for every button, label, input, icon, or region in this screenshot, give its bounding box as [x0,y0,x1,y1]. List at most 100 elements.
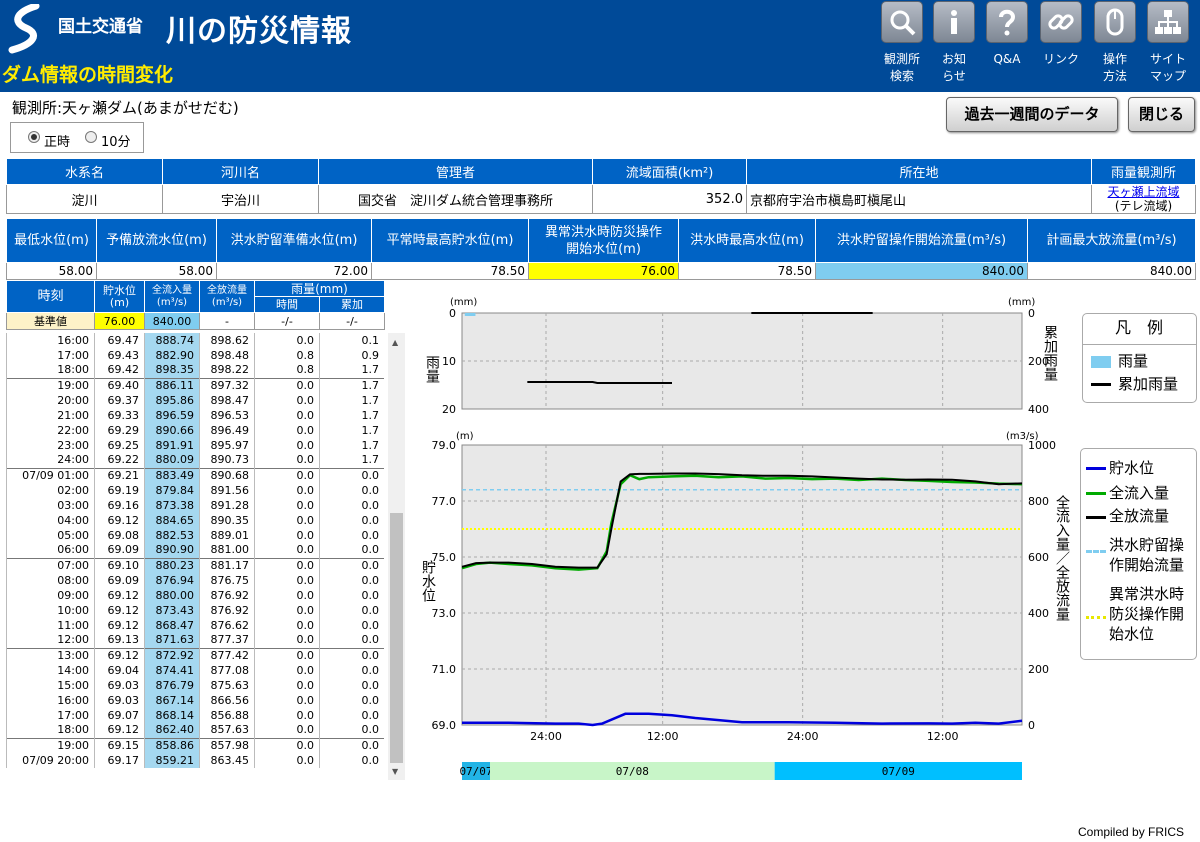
table-row: 12:00 69.13 871.63 877.37 0.0 0.0 [6,633,384,648]
row-outflow: 866.56 [199,693,255,708]
row-outflow: 890.35 [199,513,255,528]
row-time: 04:00 [6,513,95,528]
row-rain-hourly: 0.8 [254,363,320,378]
scroll-down-arrow-icon[interactable]: ▼ [392,767,398,776]
col-rain-cumulative: 累加 [319,296,385,313]
nav-how-to[interactable]: 操作 方法 [1089,0,1141,92]
row-level: 69.17 [94,753,145,768]
header-manager: 管理者 [318,158,593,185]
row-rain-cumulative: 0.9 [319,348,384,363]
row-level: 69.03 [94,693,145,708]
row-inflow: 871.63 [144,633,200,648]
row-inflow: 862.40 [144,723,200,738]
mouse-icon [1094,1,1136,43]
table-row: 15:00 69.03 876.79 875.63 0.0 0.0 [6,678,384,693]
row-level: 69.12 [94,588,145,603]
normal-max-level-value: 78.50 [371,262,529,280]
row-rain-hourly: 0.0 [254,498,320,513]
main-xtick: 24:00 [787,730,819,743]
date-band-label: 07/07 [459,765,492,778]
row-inflow: 873.43 [144,603,200,618]
radio-hourly-label[interactable]: 正時 [44,131,70,150]
row-rain-cumulative: 0.0 [319,678,384,693]
row-outflow: 896.53 [199,408,255,423]
page-heading: ダム情報の時間変化 [2,64,174,86]
row-time: 11:00 [6,618,95,633]
table-scrollbar[interactable]: ▲ ▼ [388,333,405,780]
row-rain-hourly: 0.0 [254,723,320,738]
main-ytick-right: 200 [1028,663,1049,676]
flood-storage-flow-value: 840.00 [815,262,1028,280]
nav-label: サイト マップ [1149,52,1186,83]
row-time: 13:00 [6,647,95,663]
nav-station-search[interactable]: 観測所 検索 [876,0,928,92]
row-inflow: 880.23 [144,557,200,573]
radio-hourly[interactable] [28,131,40,143]
main-xtick: 24:00 [530,730,562,743]
radio-10min[interactable] [85,131,97,143]
row-rain-cumulative: 0.0 [319,753,384,768]
nav-label: 観測所 検索 [883,52,920,83]
row-rain-cumulative: 0.0 [319,498,384,513]
row-rain-hourly: 0.0 [254,423,320,438]
nav-sitemap[interactable]: サイト マップ [1142,0,1194,92]
row-rain-cumulative: 0.0 [319,588,384,603]
row-rain-hourly: 0.0 [254,737,320,753]
header-planned-max-release: 計画最大放流量(m³/s) [1027,218,1196,263]
close-button[interactable]: 閉じる [1128,97,1195,132]
row-rain-cumulative: 0.0 [319,708,384,723]
legend-cumulative-label: 累加雨量 [1118,375,1179,393]
rain-station-cell: 天ヶ瀬上流域 (テレ流域) [1091,184,1196,214]
row-rain-hourly: 0.0 [254,483,320,498]
past-week-data-button[interactable]: 過去一週間のデータ [946,97,1118,132]
scroll-thumb[interactable] [390,513,403,763]
nav-notices[interactable]: お知 らせ [928,0,980,92]
row-inflow: 872.92 [144,647,200,663]
row-level: 69.16 [94,498,145,513]
row-level: 69.09 [94,543,145,558]
rain-unit-right: (mm) [1008,297,1035,308]
header-rain-station: 雨量観測所 [1091,158,1196,185]
row-outflow: 876.92 [199,588,255,603]
row-time: 14:00 [6,663,95,678]
row-level: 69.22 [94,453,145,468]
row-time: 18:00 [6,363,95,378]
row-outflow: 876.75 [199,573,255,588]
nav-qa[interactable]: Q&A [981,0,1033,92]
link-icon [1040,1,1082,43]
row-time: 21:00 [6,408,95,423]
row-level: 69.42 [94,363,145,378]
radio-10min-label[interactable]: 10分 [101,131,131,150]
row-rain-cumulative: 0.0 [319,603,384,618]
row-inflow: 859.21 [144,753,200,768]
table-row: 07/09 20:00 69.17 859.21 863.45 0.0 0.0 [6,753,384,768]
row-rain-hourly: 0.0 [254,377,320,393]
row-inflow: 888.74 [144,333,200,348]
rain-station-link[interactable]: 天ヶ瀬上流域 [1107,185,1179,199]
row-level: 69.07 [94,708,145,723]
row-inflow: 880.00 [144,588,200,603]
row-time: 16:00 [6,333,95,348]
nav-label: リンク [1042,52,1079,66]
row-level: 69.19 [94,483,145,498]
header-min-level: 最低水位(m) [6,218,97,263]
table-row: 04:00 69.12 884.65 890.35 0.0 0.0 [6,513,384,528]
legend-rain-swatch [1091,356,1111,368]
scroll-up-arrow-icon[interactable]: ▲ [392,338,398,347]
row-rain-hourly: 0.0 [254,693,320,708]
row-rain-hourly: 0.0 [254,708,320,723]
row-rain-cumulative: 1.7 [319,363,384,378]
table-row: 19:00 69.40 886.11 897.32 0.0 1.7 [6,377,384,393]
row-time: 23:00 [6,438,95,453]
header-flood-storage-flow: 洪水貯留操作開始流量(m³/s) [815,218,1028,263]
row-rain-cumulative: 0.0 [319,723,384,738]
legend-level-label: 貯水位 [1109,459,1155,477]
data-table-scroll[interactable]: 16:00 69.47 888.74 898.62 0.0 0.1 17:00 69.43 88… [6,333,384,780]
min-level-value: 58.00 [6,262,97,280]
row-level: 69.40 [94,377,145,393]
row-time: 02:00 [6,483,95,498]
row-outflow: 898.22 [199,363,255,378]
row-time: 19:00 [6,377,95,393]
reference-row: 基準値 76.00 840.00 - -/- -/- [6,312,385,330]
nav-links[interactable]: リンク [1035,0,1087,92]
